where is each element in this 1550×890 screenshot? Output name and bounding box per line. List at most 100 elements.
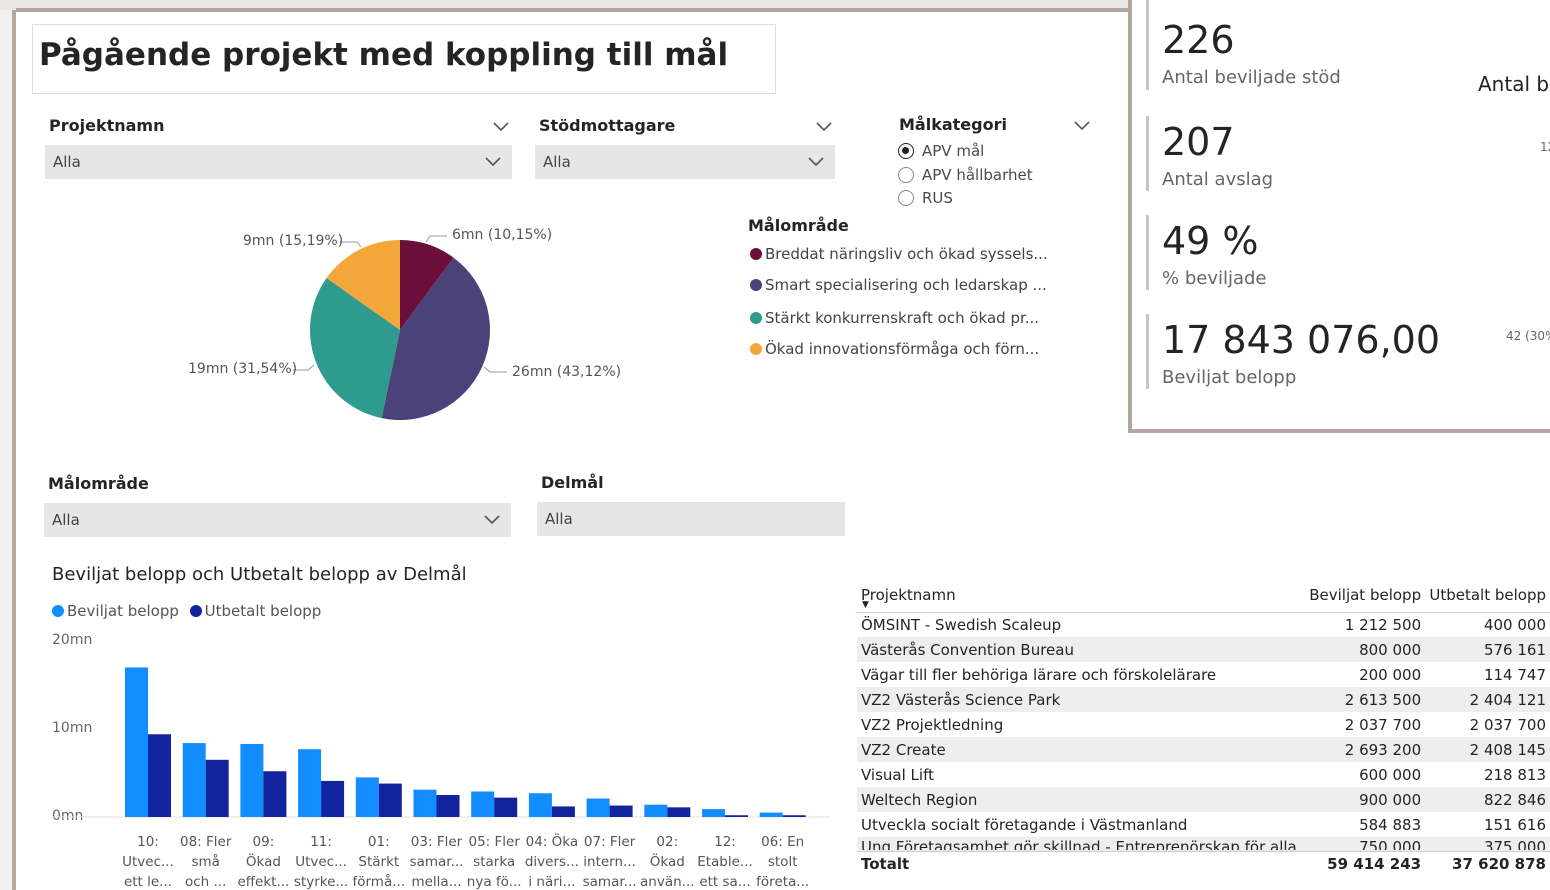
table-row[interactable]: Utveckla socialt företagande i Västmanla… <box>857 812 1550 837</box>
table-total-cell: 37 620 878 <box>1425 850 1550 877</box>
table-cell: 2 037 700 <box>1344 715 1422 734</box>
bar[interactable] <box>298 749 322 817</box>
table-row[interactable]: Weltech Region 900 000 822 846 <box>857 787 1550 812</box>
bar[interactable] <box>667 807 691 817</box>
x-tick-label-line: samar... <box>582 874 637 890</box>
table-cell: 800 000 <box>1300 637 1426 662</box>
x-tick-label-line: förmå... <box>352 874 406 890</box>
x-tick-label-line: Utvec... <box>122 854 174 870</box>
table-row[interactable]: VZ2 Västerås Science Park 2 613 500 2 404 … <box>857 687 1550 712</box>
bar[interactable] <box>240 743 264 817</box>
table-cell: 584 883 <box>1359 815 1422 834</box>
table-cell: Visual Lift <box>861 765 934 784</box>
table-cell: 2 404 121 <box>1425 687 1550 712</box>
bar[interactable] <box>551 806 575 817</box>
table-cell: Utveckla socialt företagande i Västmanla… <box>861 815 1188 834</box>
x-tick-label: 12: Etable... ett sa... <box>697 832 753 890</box>
table-row[interactable]: Visual Lift 600 000 218 813 <box>857 762 1550 787</box>
x-tick-label-line: 10: <box>137 834 159 850</box>
x-tick-label-line: styrke... <box>293 874 349 890</box>
table-total-cell: 59 414 243 <box>1300 850 1426 877</box>
x-tick-label-line: effekt... <box>237 874 290 890</box>
table-cell: VZ2 Create <box>857 737 1301 762</box>
bar-chart[interactable] <box>0 0 845 890</box>
x-tick-label-line: stolt <box>767 854 798 870</box>
project-table: Projektnamn ▼ Beviljat belopp Utbetalt be… <box>857 578 1550 877</box>
table-cell: 2 693 200 <box>1300 737 1426 762</box>
kpi-divider <box>1146 215 1149 290</box>
bar[interactable] <box>725 815 748 817</box>
table-cell: 822 846 <box>1425 787 1550 812</box>
x-tick-label-line: Ökad <box>649 854 685 870</box>
table-cell: 218 813 <box>1483 765 1546 784</box>
x-tick-label: 10: Utvec... ett le... <box>120 832 176 890</box>
kpi-label-avslag: Antal avslag <box>1162 169 1274 190</box>
bar[interactable] <box>205 759 229 817</box>
table-row[interactable]: Vägar till fler behöriga lärare och förs… <box>857 662 1550 687</box>
bar[interactable] <box>702 809 725 817</box>
x-tick-label-line: små <box>191 854 220 870</box>
table-cell-text: 375 000 <box>1483 837 1546 850</box>
bar[interactable] <box>413 789 437 817</box>
table-total-row: Totalt 59 414 243 37 620 878 <box>857 850 1550 877</box>
table-row[interactable]: Västerås Convention Bureau 800 000 576 161 <box>857 637 1550 662</box>
bar[interactable] <box>125 667 148 817</box>
column-header-beviljat[interactable]: Beviljat belopp <box>1300 578 1426 613</box>
kpi-value-avslag: 207 <box>1162 120 1235 164</box>
x-tick-label-line: nya fö... <box>466 874 522 890</box>
bar[interactable] <box>471 791 495 817</box>
bar[interactable] <box>528 793 552 817</box>
x-tick-label-line: 05: Fler <box>468 834 520 850</box>
x-tick-label-line: Etable... <box>697 854 753 870</box>
bar[interactable] <box>355 777 379 817</box>
kpi-label-procent: % beviljade <box>1162 268 1267 289</box>
table-cell: ÖMSINT - Swedish Scaleup <box>861 615 1062 634</box>
x-tick-label-line: divers... <box>524 854 579 870</box>
table-cell: 600 000 <box>1359 765 1422 784</box>
table-cell: Västerås Convention Bureau <box>857 637 1301 662</box>
table-cell: 2 408 145 <box>1425 737 1550 762</box>
bar[interactable] <box>644 804 668 817</box>
x-tick-label: 02: Ökad använ... <box>639 832 695 890</box>
bar[interactable] <box>782 815 806 817</box>
x-tick-label-line: och ... <box>184 874 227 890</box>
bar[interactable] <box>586 798 610 817</box>
bar[interactable] <box>378 783 402 817</box>
table-cell: 200 000 <box>1359 665 1422 684</box>
kpi-panel: 226 Antal beviljade stöd 207 Antal avsla… <box>1128 0 1550 433</box>
x-tick-label-line: 01: <box>367 834 390 850</box>
table-row[interactable]: ÖMSINT - Swedish Scaleup 1 212 500 400 000 <box>857 612 1550 637</box>
x-tick-label: 06: En stolt företa... <box>755 832 811 890</box>
bar[interactable] <box>182 743 206 817</box>
table-cell: 576 161 <box>1425 637 1550 662</box>
table-cell-text: 750 000 <box>1359 837 1422 850</box>
kpi-value-procent: 49 % <box>1162 219 1259 263</box>
bar[interactable] <box>321 780 345 817</box>
x-tick-label-line: 06: En <box>761 834 805 850</box>
column-header-projektnamn[interactable]: Projektnamn ▼ <box>857 578 1301 613</box>
x-tick-label: 04: Öka divers... i näri... <box>524 832 580 890</box>
table-cell: Vägar till fler behöriga lärare och förs… <box>861 665 1217 684</box>
bar[interactable] <box>148 734 171 817</box>
x-tick-label-line: intern... <box>583 854 636 870</box>
bar[interactable] <box>609 805 633 817</box>
table-row[interactable]: VZ2 Create 2 693 200 2 408 145 <box>857 737 1550 762</box>
table-row[interactable]: VZ2 Projektledning 2 037 700 2 037 700 <box>857 712 1550 737</box>
bar[interactable] <box>494 797 518 817</box>
bar[interactable] <box>759 812 783 817</box>
table-total-cell: Totalt <box>857 850 1301 877</box>
column-header-utbetalt[interactable]: Utbetalt belopp <box>1425 578 1550 613</box>
x-tick-label-line: 02: <box>656 834 679 850</box>
table-row[interactable]: Ung Företagsamhet gör skillnad - Entrepr… <box>857 837 1550 851</box>
x-tick-label-line: i näri... <box>528 874 576 890</box>
kpi-divider <box>1146 116 1149 191</box>
bar[interactable] <box>436 795 460 817</box>
bar[interactable] <box>263 771 287 817</box>
table-cell: 2 613 500 <box>1300 687 1426 712</box>
table-cell: 750 000 <box>1300 837 1426 851</box>
x-tick-label-line: Utvec... <box>295 854 347 870</box>
kpi-divider <box>1146 314 1149 389</box>
x-tick-label-line: ett le... <box>123 874 173 890</box>
side-chart-tick: 42 (30% <box>1506 329 1550 343</box>
x-tick-label-line: 04: Öka <box>525 834 579 850</box>
